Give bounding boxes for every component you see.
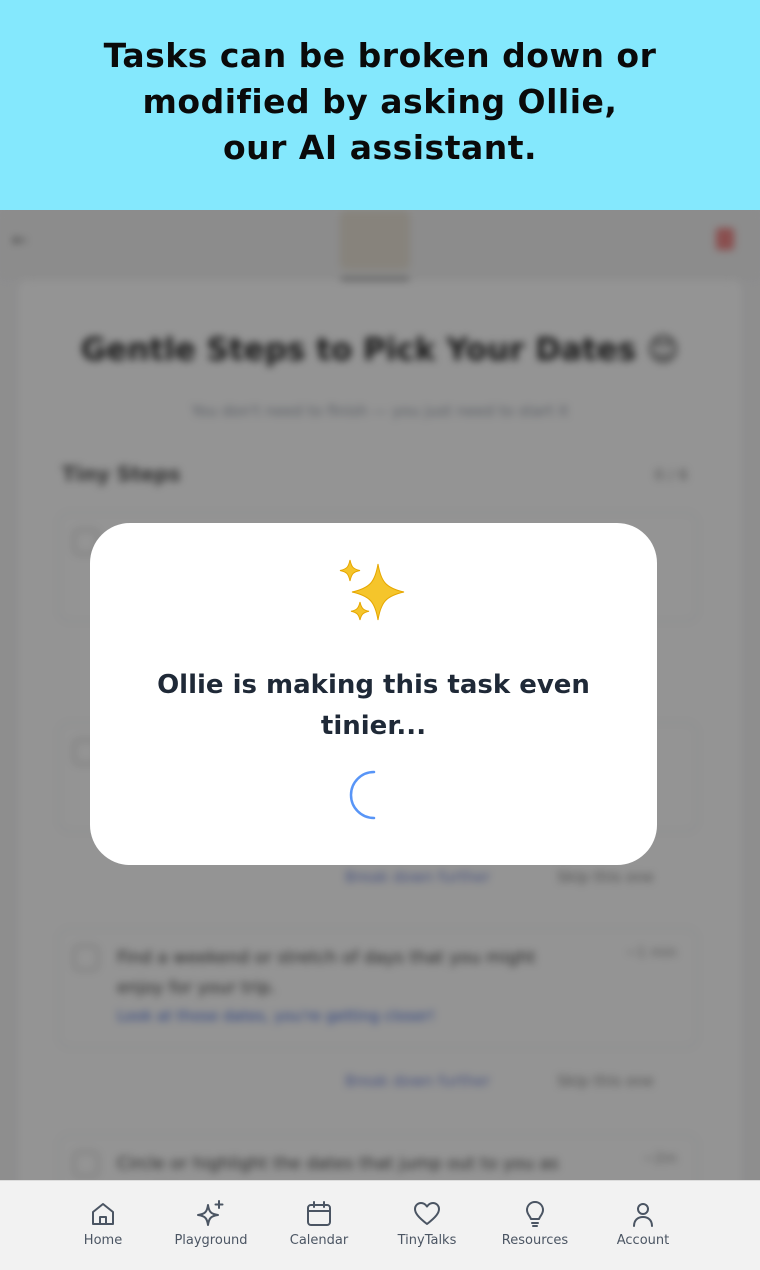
nav-tinytalks[interactable]: TinyTalks: [377, 1199, 477, 1248]
nav-resources[interactable]: Resources: [485, 1199, 585, 1248]
nav-tinytalks-label: TinyTalks: [397, 1233, 457, 1248]
nav-calendar-label: Calendar: [289, 1233, 349, 1248]
promo-banner: Tasks can be broken down or modified by …: [0, 0, 760, 210]
nav-calendar[interactable]: Calendar: [269, 1199, 369, 1248]
loading-message: Ollie is making this task even tinier...: [157, 670, 590, 741]
nav-account-label: Account: [616, 1233, 670, 1248]
lightbulb-icon: [526, 1201, 544, 1227]
bottom-nav: Home Playground Calendar TinyTalks Resou…: [0, 1180, 760, 1270]
loading-spinner: [349, 770, 376, 820]
heart-icon: [414, 1202, 440, 1225]
nav-playground-label: Playground: [174, 1233, 248, 1248]
nav-home[interactable]: Home: [53, 1199, 153, 1248]
nav-playground[interactable]: Playground: [161, 1199, 261, 1248]
calendar-icon: [307, 1201, 331, 1226]
sparkles-icon: [339, 559, 405, 621]
sparkle-icon: [197, 1200, 224, 1226]
home-icon: [92, 1203, 114, 1225]
nav-home-label: Home: [83, 1233, 123, 1248]
nav-account[interactable]: Account: [593, 1199, 693, 1248]
banner-caption: Tasks can be broken down or modified by …: [103, 36, 657, 167]
nav-resources-label: Resources: [501, 1233, 569, 1248]
user-icon: [633, 1203, 653, 1227]
